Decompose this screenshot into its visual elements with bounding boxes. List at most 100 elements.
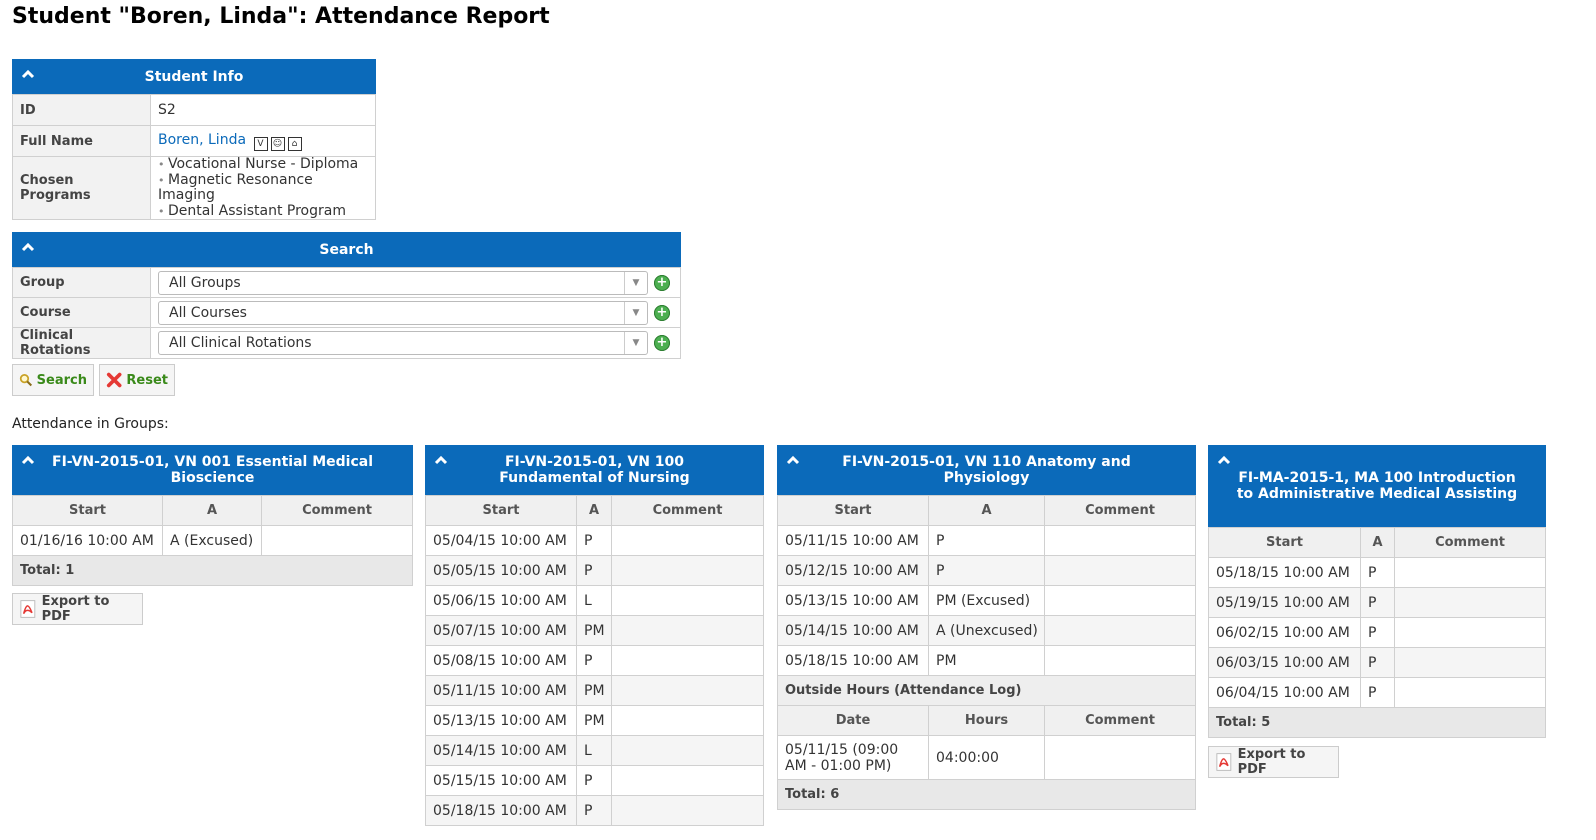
- collapse-icon[interactable]: [21, 69, 35, 79]
- add-course-icon[interactable]: +: [654, 304, 670, 321]
- collapse-icon[interactable]: [21, 242, 35, 252]
- hours-cell: 04:00:00: [928, 735, 1045, 780]
- comment-cell: [1044, 645, 1196, 676]
- total-cell: Total: 1: [12, 555, 413, 586]
- attendance-cell: P: [928, 525, 1045, 556]
- comment-cell: [611, 555, 764, 586]
- collapse-icon[interactable]: [434, 455, 448, 465]
- program-item: Dental Assistant Program: [158, 203, 368, 220]
- course-select[interactable]: All Courses ▼: [158, 300, 648, 325]
- table-row: 05/14/15 10:00 AM L: [425, 735, 764, 766]
- attendance-cell: P: [928, 555, 1045, 586]
- add-group-icon[interactable]: +: [654, 274, 670, 291]
- group-panel: FI-VN-2015-01, VN 001 Essential Medical …: [12, 445, 413, 586]
- id-label: ID: [12, 94, 151, 126]
- group-header: FI-VN-2015-01, VN 001 Essential Medical …: [12, 445, 413, 495]
- start-cell: 05/05/15 10:00 AM: [425, 555, 577, 586]
- clinical-rotations-select-value: All Clinical Rotations: [169, 335, 312, 351]
- close-icon: [106, 372, 122, 388]
- group-panel: FI-MA-2015-1, MA 100 Introduction to Adm…: [1208, 445, 1546, 738]
- table-row: 05/13/15 10:00 AM PM (Excused): [777, 585, 1196, 616]
- group-title: FI-VN-2015-01, VN 001 Essential Medical …: [52, 454, 373, 486]
- comment-column-header: Comment: [1394, 527, 1546, 558]
- table-row: 05/18/15 10:00 AM P: [425, 795, 764, 826]
- attendance-cell: P: [1360, 587, 1395, 618]
- start-cell: 05/18/15 10:00 AM: [425, 795, 577, 826]
- comment-cell: [1044, 525, 1196, 556]
- chevron-down-icon[interactable]: ▼: [624, 332, 647, 354]
- clinical-rotations-select[interactable]: All Clinical Rotations ▼: [158, 331, 648, 355]
- group-title: FI-MA-2015-1, MA 100 Introduction to Adm…: [1236, 470, 1518, 502]
- table-row: 05/19/15 10:00 AM P: [1208, 587, 1546, 618]
- group-label: Group: [12, 267, 151, 298]
- attendance-cell: PM: [576, 675, 612, 706]
- attendance-cell: PM (Excused): [928, 585, 1045, 616]
- table-row: 05/12/15 10:00 AM P: [777, 555, 1196, 586]
- chevron-down-icon[interactable]: ▼: [624, 301, 647, 324]
- date-cell: 05/11/15 (09:00 AM - 01:00 PM): [777, 735, 929, 780]
- programs-list: Vocational Nurse - Diploma Magnetic Reso…: [158, 156, 368, 220]
- search-header: Search: [12, 232, 681, 267]
- start-cell: 06/03/15 10:00 AM: [1208, 647, 1361, 678]
- start-cell: 06/02/15 10:00 AM: [1208, 617, 1361, 648]
- group-cell: All Groups ▼ +: [150, 267, 681, 298]
- table-row: 05/11/15 (09:00 AM - 01:00 PM) 04:00:00: [777, 735, 1196, 780]
- table-row: 05/15/15 10:00 AM P: [425, 765, 764, 796]
- vcard-icon[interactable]: V: [253, 136, 268, 151]
- attendance-cell: P: [576, 795, 612, 826]
- start-cell: 05/06/15 10:00 AM: [425, 585, 577, 616]
- table-row: 01/16/16 10:00 AM A (Excused): [12, 525, 413, 556]
- table-row: 05/08/15 10:00 AM P: [425, 645, 764, 676]
- comment-cell: [1394, 557, 1546, 588]
- start-cell: 05/14/15 10:00 AM: [777, 615, 929, 646]
- table-row: 05/05/15 10:00 AM P: [425, 555, 764, 586]
- attendance-table: Start A Comment 05/04/15 10:00 AM P 05/05/1…: [425, 495, 764, 826]
- search-button[interactable]: Search: [12, 364, 94, 396]
- attendance-table: Start A Comment 01/16/16 10:00 AM A (Excuse…: [12, 495, 413, 586]
- chosen-programs-label: Chosen Programs: [12, 156, 151, 220]
- date-column-header: Date: [777, 705, 929, 736]
- reset-button-label: Reset: [126, 372, 168, 388]
- comment-cell: [611, 735, 764, 766]
- collapse-icon[interactable]: [786, 455, 800, 465]
- full-name-label: Full Name: [12, 125, 151, 157]
- attendance-table: Start A Comment 05/11/15 10:00 AM P 05/12/1…: [777, 495, 1196, 810]
- collapse-icon[interactable]: [1217, 455, 1231, 465]
- attendance-cell: P: [576, 525, 612, 556]
- start-cell: 05/13/15 10:00 AM: [425, 705, 577, 736]
- a-column-header: A: [928, 495, 1045, 526]
- add-rotation-icon[interactable]: +: [654, 335, 670, 351]
- export-pdf-button[interactable]: Export to PDF: [1208, 746, 1339, 778]
- attendance-cell: L: [576, 735, 612, 766]
- clinical-rotations-label: Clinical Rotations: [12, 327, 151, 359]
- profile-icon[interactable]: ☺: [270, 136, 285, 151]
- attendance-cell: PM: [576, 705, 612, 736]
- comment-cell: [1044, 735, 1196, 780]
- comment-cell: [611, 645, 764, 676]
- start-cell: 05/08/15 10:00 AM: [425, 645, 577, 676]
- collapse-icon[interactable]: [21, 455, 35, 465]
- attendance-table: Start A Comment 05/18/15 10:00 AM P 05/19/1…: [1208, 527, 1546, 738]
- page-title: Student "Boren, Linda": Attendance Repor…: [12, 4, 550, 29]
- attendance-cell: P: [1360, 647, 1395, 678]
- chevron-down-icon[interactable]: ▼: [624, 271, 647, 294]
- course-cell: All Courses ▼ +: [150, 297, 681, 328]
- export-pdf-button[interactable]: Export to PDF: [12, 593, 143, 625]
- total-cell: Total: 5: [1208, 707, 1546, 738]
- search-panel: Search Group All Groups ▼ + Course All Cou…: [12, 232, 681, 359]
- group-title: FI-VN-2015-01, VN 100 Fundamental of Nur…: [499, 454, 690, 486]
- comment-cell: [611, 615, 764, 646]
- table-row: 05/11/15 10:00 AM P: [777, 525, 1196, 556]
- start-cell: 05/12/15 10:00 AM: [777, 555, 929, 586]
- attendance-cell: P: [1360, 677, 1395, 708]
- home-icon[interactable]: ⌂: [287, 136, 302, 151]
- start-cell: 05/13/15 10:00 AM: [777, 585, 929, 616]
- start-cell: 05/11/15 10:00 AM: [425, 675, 577, 706]
- pdf-icon: [20, 600, 36, 618]
- student-name-link[interactable]: Boren, Linda: [158, 132, 246, 148]
- start-column-header: Start: [1208, 527, 1361, 558]
- attendance-cell: PM: [576, 615, 612, 646]
- reset-button[interactable]: Reset: [99, 364, 175, 396]
- attendance-cell: P: [576, 555, 612, 586]
- group-select[interactable]: All Groups ▼: [158, 270, 648, 295]
